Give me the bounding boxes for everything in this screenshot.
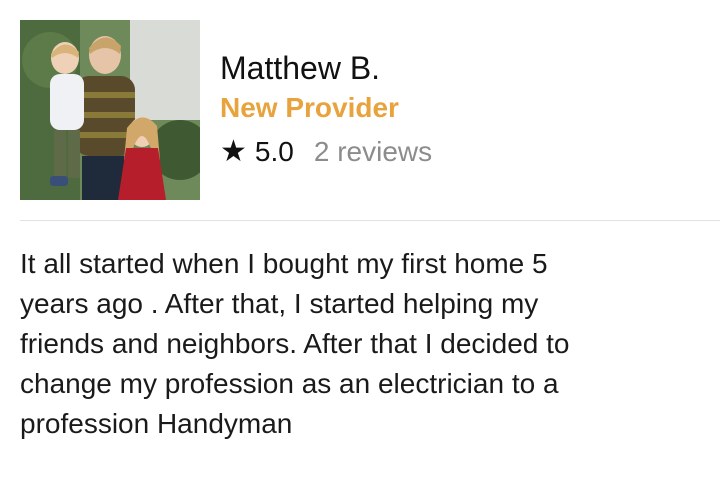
star-icon: ★ <box>220 135 247 168</box>
profile-header: Matthew B. New Provider ★ 5.0 2 reviews <box>20 20 720 200</box>
provider-bio: It all started when I bought my first ho… <box>20 248 570 439</box>
rating-value: 5.0 <box>254 136 294 167</box>
provider-name[interactable]: Matthew B. <box>220 48 432 88</box>
review-count-link[interactable]: 2 reviews <box>314 134 432 170</box>
avatar-photo <box>20 20 200 200</box>
avatar[interactable] <box>20 20 200 200</box>
divider <box>20 220 720 221</box>
provider-info: Matthew B. New Provider ★ 5.0 2 reviews <box>220 48 432 170</box>
new-provider-badge: New Provider <box>220 92 399 123</box>
provider-card: Matthew B. New Provider ★ 5.0 2 reviews … <box>0 0 720 500</box>
rating-row: ★ 5.0 2 reviews <box>220 134 432 170</box>
